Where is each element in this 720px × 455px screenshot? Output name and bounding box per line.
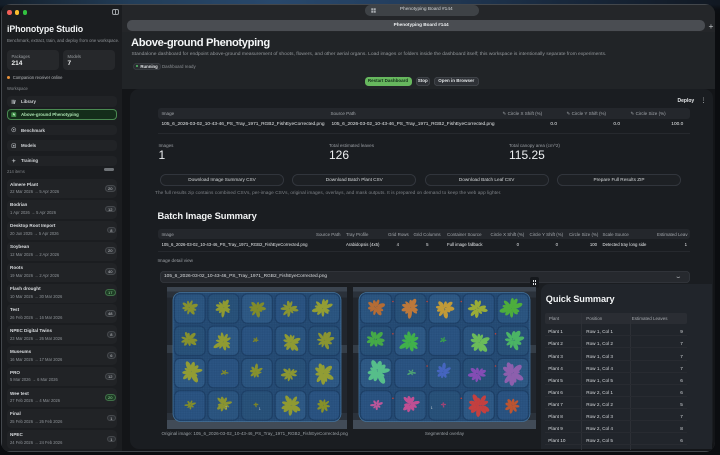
svg-text:1: 1	[225, 406, 227, 410]
svg-text:1: 1	[431, 406, 433, 410]
svg-text:1: 1	[258, 407, 260, 411]
